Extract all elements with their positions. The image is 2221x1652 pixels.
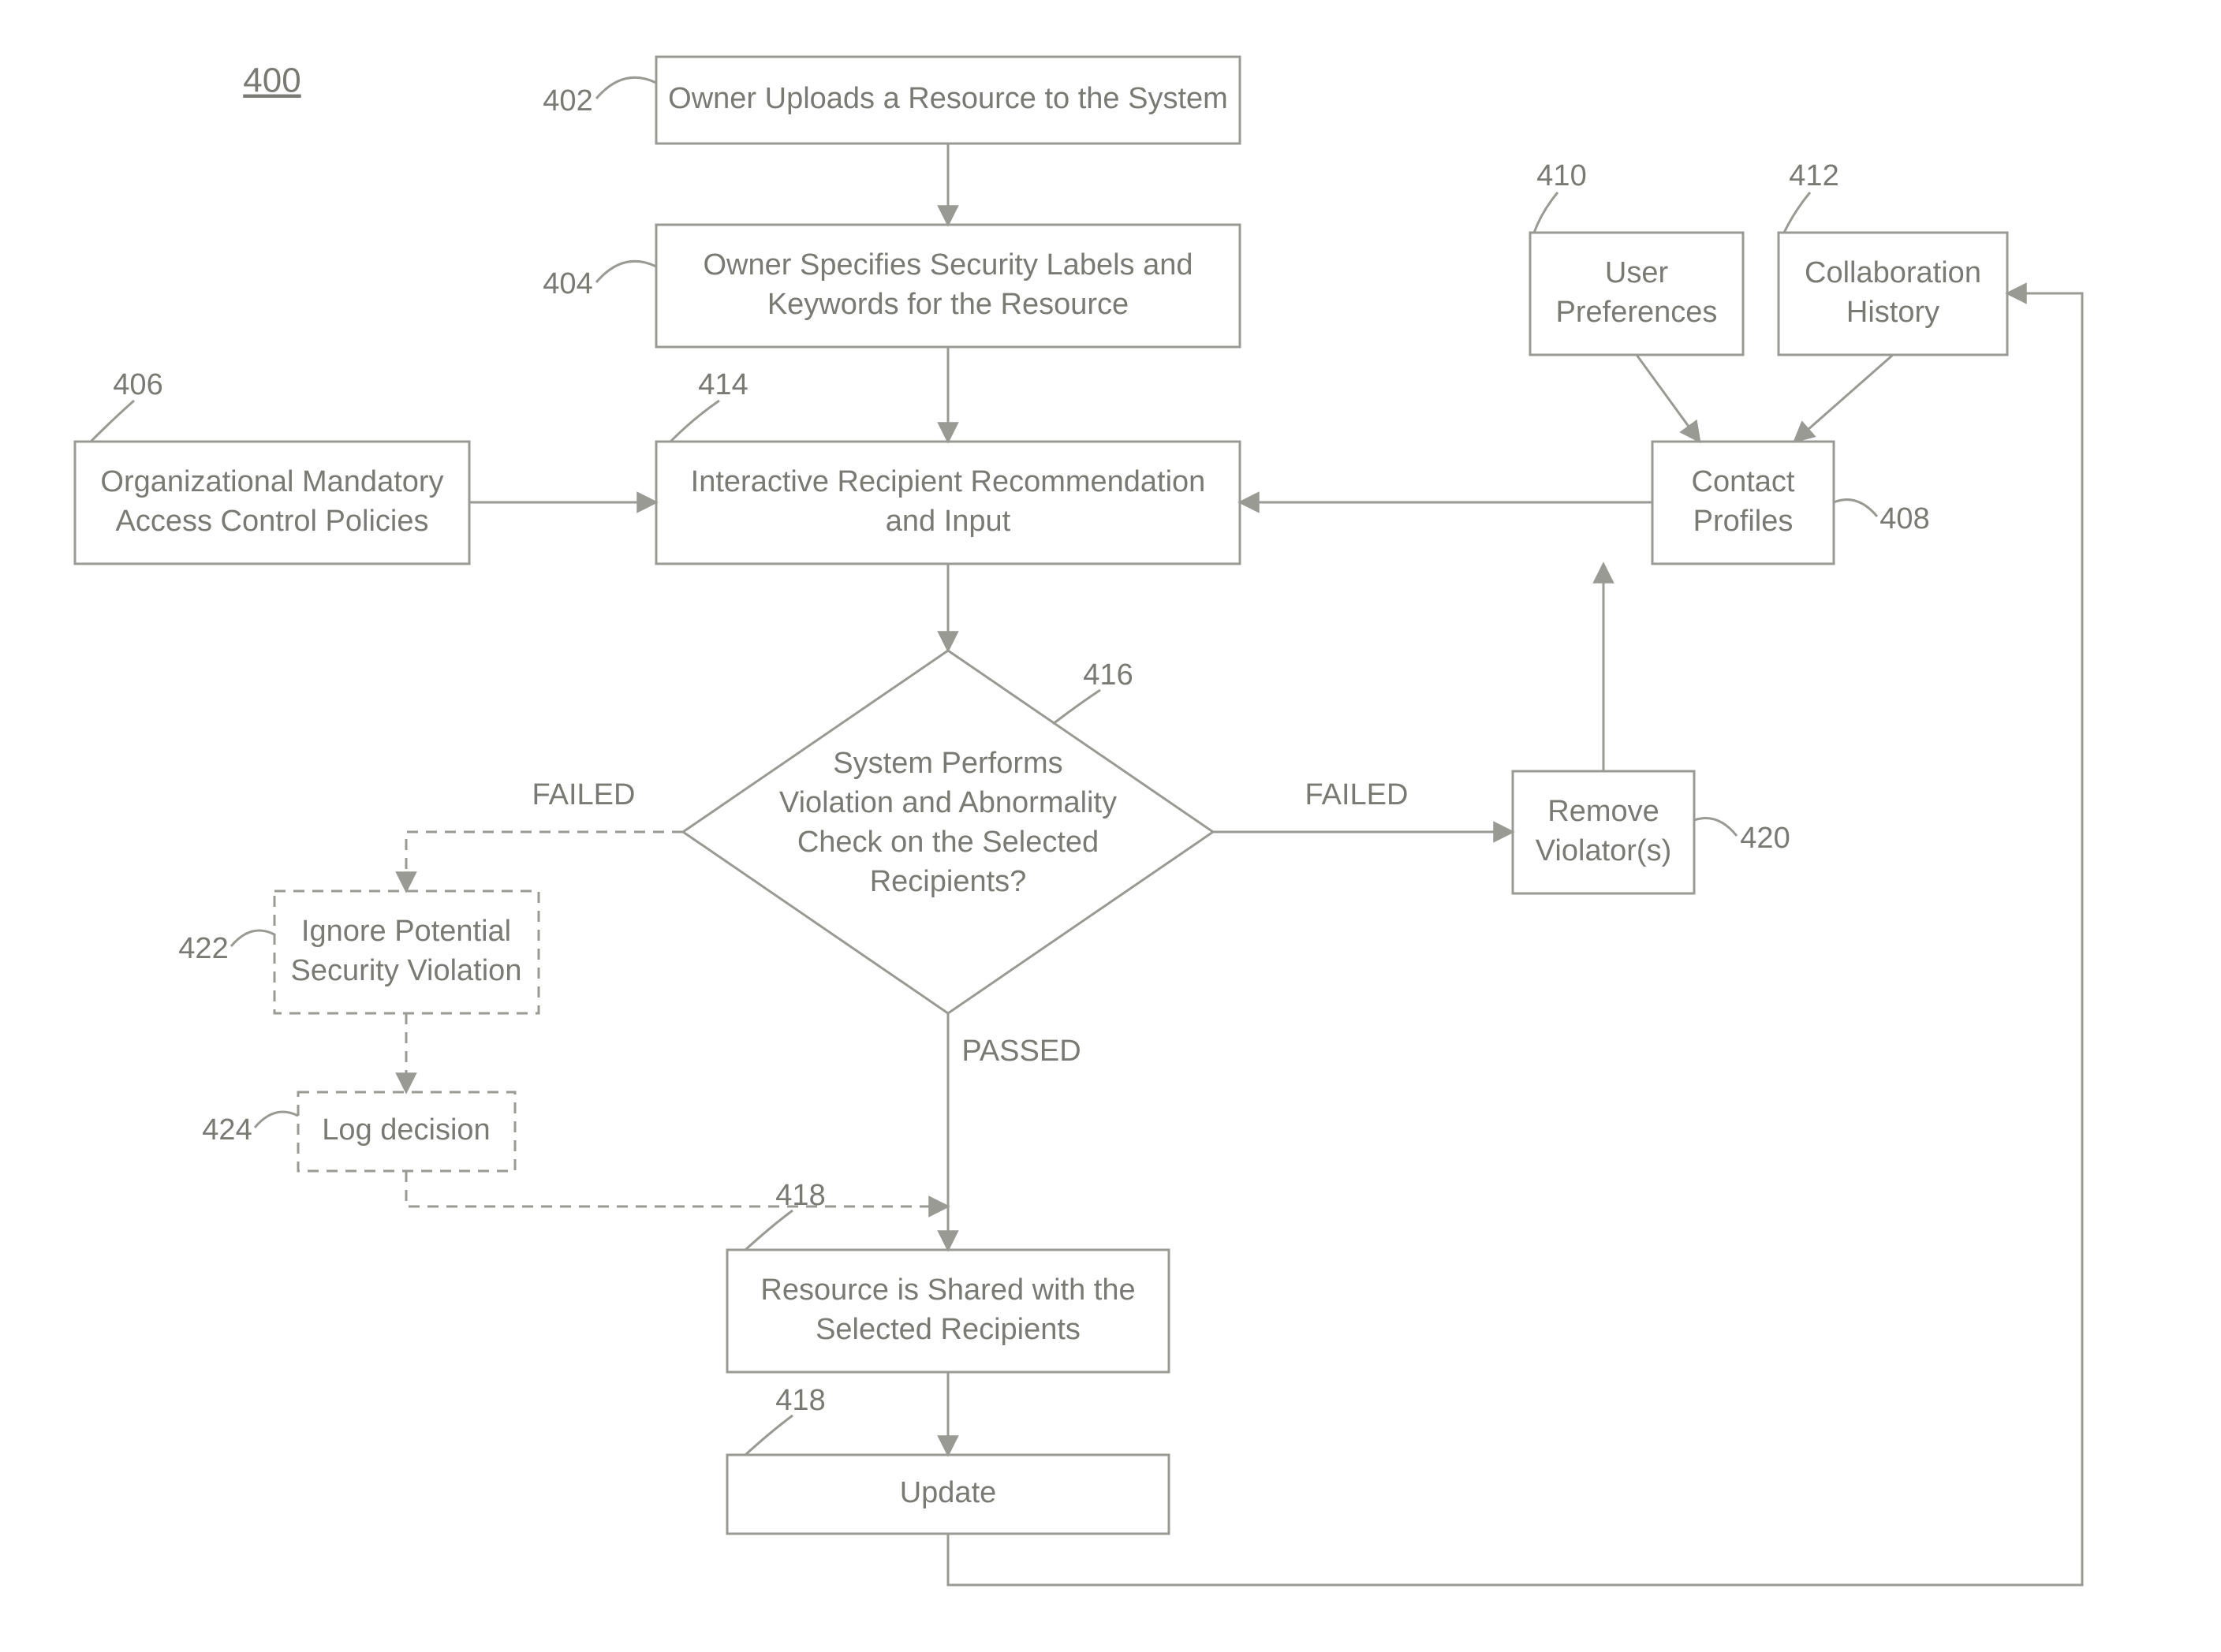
node-404: Owner Specifies Security Labels and Keyw… [656,225,1240,347]
svg-text:Ignore Potential: Ignore Potential [301,915,511,948]
svg-text:Security Violation: Security Violation [291,954,522,987]
node-402: Owner Uploads a Resource to the System [656,57,1240,144]
ref-418b: 418 [775,1384,825,1417]
svg-text:Collaboration: Collaboration [1805,256,1981,289]
svg-text:Interactive Recipient Recommen: Interactive Recipient Recommendation [691,465,1206,498]
svg-text:Profiles: Profiles [1693,505,1794,538]
ref-418a: 418 [775,1179,825,1212]
ref-420: 420 [1740,822,1790,855]
svg-text:Owner Uploads a Resource to th: Owner Uploads a Resource to the System [668,82,1228,115]
node-422: Ignore Potential Security Violation [274,891,539,1013]
node-408: Contact Profiles [1652,442,1834,564]
svg-text:Resource is Shared with the: Resource is Shared with the [760,1273,1135,1307]
svg-text:Access Control Policies: Access Control Policies [115,505,428,538]
svg-text:Recipients?: Recipients? [870,865,1027,898]
svg-text:Organizational Mandatory: Organizational Mandatory [100,465,443,498]
arrow-416-to-422 [406,832,683,891]
arrow-410-to-408 [1637,355,1700,442]
svg-text:Keywords for the Resource: Keywords for the Resource [767,288,1129,321]
ref-416: 416 [1083,658,1133,692]
failed-left-label: FAILED [532,778,636,811]
failed-right-label: FAILED [1305,778,1409,811]
passed-label: PASSED [961,1035,1081,1068]
flowchart-diagram: 400 Owner Uploads a Resource to the Syst… [0,0,2221,1652]
ref-402: 402 [543,84,592,117]
ref-408: 408 [1879,502,1929,535]
ref-410: 410 [1536,159,1586,192]
svg-text:Log decision: Log decision [322,1113,490,1147]
svg-text:Preferences: Preferences [1556,296,1718,329]
ref-406: 406 [113,368,162,401]
figure-number: 400 [243,62,300,100]
node-410: User Preferences [1530,233,1743,355]
node-420: Remove Violator(s) [1513,771,1694,893]
svg-text:and Input: and Input [886,505,1011,538]
node-406: Organizational Mandatory Access Control … [75,442,469,564]
arrow-424-merge [406,1171,948,1206]
ref-422: 422 [178,932,228,965]
ref-404: 404 [543,267,592,300]
svg-text:Check on the Selected: Check on the Selected [797,826,1099,859]
node-418a: Resource is Shared with the Selected Rec… [727,1250,1169,1372]
ref-414: 414 [698,368,748,401]
svg-text:User: User [1605,256,1669,289]
ref-424: 424 [202,1113,252,1147]
svg-text:Selected Recipients: Selected Recipients [816,1313,1081,1346]
svg-text:Violator(s): Violator(s) [1536,834,1671,867]
svg-text:Remove: Remove [1547,795,1659,828]
node-418b: Update [727,1455,1169,1534]
node-414: Interactive Recipient Recommendation and… [656,442,1240,564]
ref-412: 412 [1789,159,1838,192]
svg-text:Violation and Abnormality: Violation and Abnormality [779,786,1117,819]
svg-text:System Performs: System Performs [833,747,1062,780]
svg-text:Owner Specifies Security Label: Owner Specifies Security Labels and [704,248,1193,282]
svg-text:Update: Update [900,1476,997,1509]
node-416-decision: System Performs Violation and Abnormalit… [683,651,1213,1013]
node-424: Log decision [298,1092,515,1171]
svg-text:History: History [1846,296,1939,329]
svg-text:Contact: Contact [1692,465,1795,498]
arrow-412-to-408 [1794,355,1893,442]
node-412: Collaboration History [1779,233,2007,355]
